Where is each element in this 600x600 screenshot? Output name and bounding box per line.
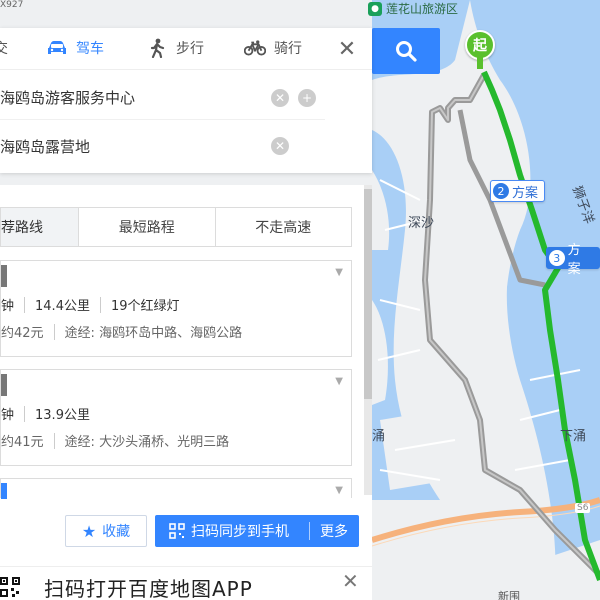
divider xyxy=(24,296,26,313)
tab-recommended-label: 荐路线 xyxy=(1,220,43,236)
start-marker-label: 起 xyxy=(465,30,495,60)
banner-text: 扫码打开百度地图APP xyxy=(44,577,253,600)
chevron-down-icon[interactable]: ▼ xyxy=(335,485,343,496)
tab-shortest-label: 最短路程 xyxy=(118,220,175,236)
plan-via-label: 途经: xyxy=(64,326,95,341)
clear-destination-icon[interactable]: ✕ xyxy=(271,137,289,155)
origin-text: 海鸥岛游客服务中心 xyxy=(0,89,136,107)
divider xyxy=(53,432,55,449)
car-icon xyxy=(46,39,68,57)
tab-transit-label: 交 xyxy=(0,41,8,57)
tab-drive[interactable]: 驾车 xyxy=(46,38,104,58)
scan-sync-label: 扫码同步到手机 xyxy=(191,524,289,540)
plan-marker-number: 2 xyxy=(493,183,509,199)
tab-no-highway-label: 不走高速 xyxy=(255,220,312,236)
add-waypoint-icon[interactable]: + xyxy=(298,89,316,107)
map-label-shensha: 深沙 xyxy=(408,216,435,231)
divider xyxy=(99,296,101,313)
search-icon xyxy=(396,41,417,62)
route-input-box: 交 驾车 步行 骑行 ✕ 海鸥岛游客服务中心 ✕ + 海鸥岛露营地 ✕ xyxy=(0,28,372,173)
plan-color-bar xyxy=(1,265,7,287)
plan-cost: 约41元 xyxy=(1,435,44,450)
plan-marker-number: 3 xyxy=(549,250,565,266)
chevron-down-icon[interactable]: ▼ xyxy=(335,267,343,278)
plan-marker-label: 方案 xyxy=(512,185,539,201)
map-label-xinwei: 新围 xyxy=(498,590,520,600)
close-route-button[interactable]: ✕ xyxy=(334,36,360,62)
divider xyxy=(24,405,26,422)
tab-walk[interactable]: 步行 xyxy=(146,38,204,58)
origin-field[interactable]: 海鸥岛游客服务中心 ✕ + xyxy=(0,76,325,120)
destination-field[interactable]: 海鸥岛露营地 ✕ xyxy=(0,124,325,168)
map-label-cun: 涌 xyxy=(372,429,386,444)
scenic-area-label: 莲花山旅游区 xyxy=(386,2,459,16)
tab-bike[interactable]: 骑行 xyxy=(244,38,302,58)
plan-color-bar xyxy=(1,483,7,499)
start-marker[interactable]: 起 xyxy=(465,30,495,70)
plan-via: 海鸥环岛中路、海鸥公路 xyxy=(99,326,243,341)
search-button[interactable] xyxy=(372,28,440,74)
route-plan-card[interactable]: ▼ xyxy=(0,478,352,499)
bike-icon xyxy=(244,39,266,57)
route-plan-card[interactable]: ▼ 钟 14.4公里 19个红绿灯 约42元 途经: 海鸥环岛中路、海鸥公路 xyxy=(0,260,352,357)
scenic-pin-icon: ● xyxy=(368,1,382,16)
scan-sync-button[interactable]: 扫码同步到手机 更多 xyxy=(155,515,359,547)
qr-code-image xyxy=(0,577,20,597)
walk-icon xyxy=(146,38,168,58)
favorite-label: 收藏 xyxy=(102,524,131,540)
route-preference-tabs: 荐路线 最短路程 不走高速 xyxy=(0,207,352,247)
road-code-label: X927 xyxy=(0,0,24,10)
scenic-area-poi[interactable]: ● 莲花山旅游区 xyxy=(368,0,458,17)
tab-drive-label: 驾车 xyxy=(76,41,104,57)
divider xyxy=(53,323,55,340)
plan-color-bar xyxy=(1,374,7,396)
tab-bike-label: 骑行 xyxy=(274,41,302,57)
close-icon: ✕ xyxy=(337,36,357,62)
route-results: 荐路线 最短路程 不走高速 ▼ 钟 14.4公里 19个红绿灯 约42元 途经:… xyxy=(0,185,372,600)
plan-marker-3[interactable]: 3 方案 xyxy=(546,243,600,277)
plan-marker-label: 方案 xyxy=(567,243,581,277)
action-bar: ★ 收藏 扫码同步到手机 更多 xyxy=(0,515,372,553)
app-download-banner[interactable]: 扫码打开百度地图APP ✕ xyxy=(0,566,372,600)
tab-recommended[interactable]: 荐路线 xyxy=(1,208,79,246)
clear-origin-icon[interactable]: ✕ xyxy=(271,89,289,107)
map-label-xiayong: 下涌 xyxy=(560,429,587,444)
plan-via: 大沙头涌桥、光明三路 xyxy=(99,435,230,450)
close-banner-icon[interactable]: ✕ xyxy=(342,569,359,593)
plan-duration: 钟 xyxy=(1,299,15,314)
destination-text: 海鸥岛露营地 xyxy=(0,137,91,156)
route-plan-card[interactable]: ▼ 钟 13.9公里 约41元 途经: 大沙头涌桥、光明三路 xyxy=(0,369,352,466)
plan-marker-2[interactable]: 2 方案 xyxy=(490,180,546,202)
star-icon: ★ xyxy=(81,521,97,541)
start-marker-tail xyxy=(477,57,483,69)
plan-duration: 钟 xyxy=(1,408,15,423)
more-button[interactable]: 更多 xyxy=(310,521,348,541)
chevron-down-icon[interactable]: ▼ xyxy=(335,376,343,387)
plan-cost: 约42元 xyxy=(1,326,44,341)
tab-shortest[interactable]: 最短路程 xyxy=(79,208,216,246)
plan-traffic-lights: 19个红绿灯 xyxy=(110,299,180,314)
highway-s6-label: S6 xyxy=(575,503,591,513)
plan-distance: 14.4公里 xyxy=(35,299,90,314)
qr-code-icon xyxy=(169,523,185,539)
tab-no-highway[interactable]: 不走高速 xyxy=(216,208,352,246)
travel-mode-tabs: 交 驾车 步行 骑行 ✕ xyxy=(0,28,372,70)
plan-via-label: 途经: xyxy=(64,435,95,450)
tab-walk-label: 步行 xyxy=(176,41,204,57)
plan-distance: 13.9公里 xyxy=(35,408,90,423)
results-scrollbar[interactable] xyxy=(364,185,372,495)
favorite-button[interactable]: ★ 收藏 xyxy=(65,515,147,547)
scrollbar-thumb[interactable] xyxy=(364,189,372,399)
tab-transit[interactable]: 交 xyxy=(0,38,8,58)
